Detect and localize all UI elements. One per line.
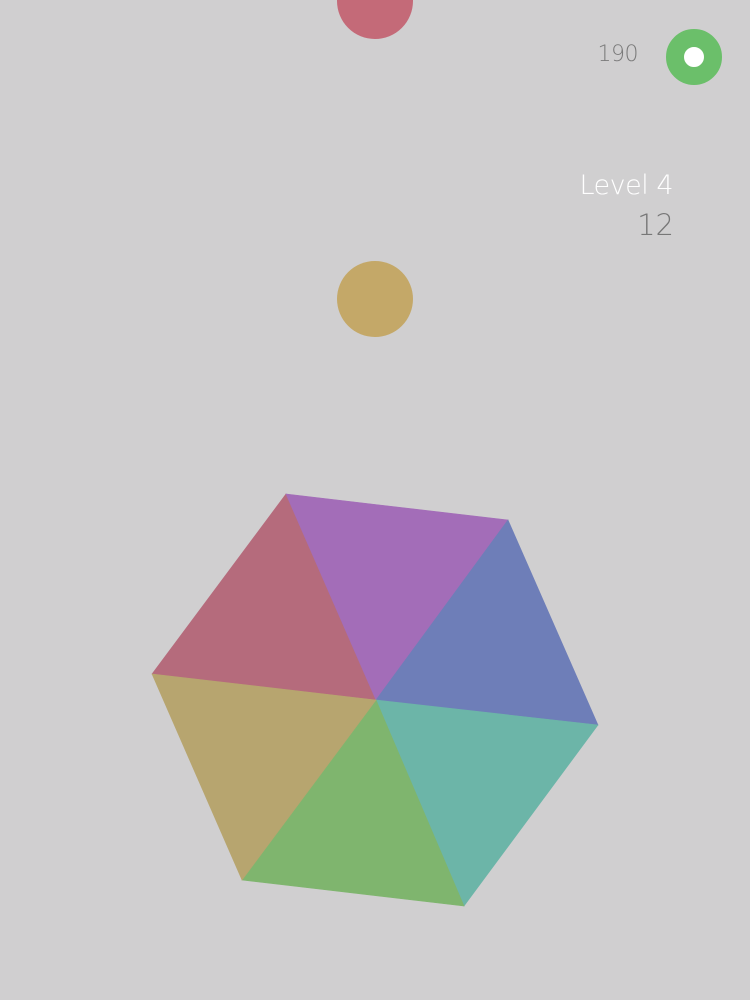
game-stage[interactable]: 190 Level 4 12 (0, 0, 750, 1000)
color-hexagon[interactable] (0, 0, 750, 1000)
